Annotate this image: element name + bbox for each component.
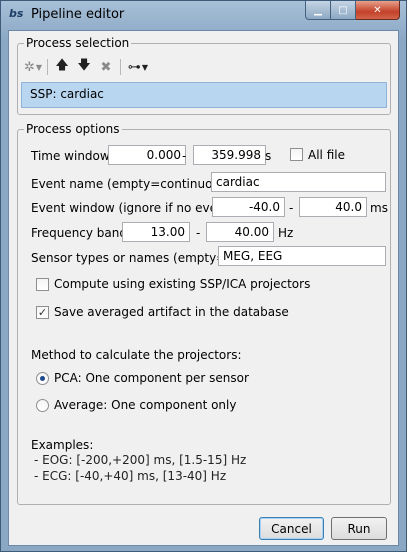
process-selection-panel: Process selection ✲ ▼ 🡅 🡇 ✖ ⊶ ▼ SSP: cardi… xyxy=(17,36,391,115)
examples-heading: Examples: xyxy=(31,438,94,452)
toolbar-separator xyxy=(47,59,48,75)
process-selection-label: Process selection xyxy=(24,36,132,50)
average-radio[interactable] xyxy=(36,399,49,412)
average-radio-label: Average: One component only xyxy=(54,398,237,412)
save-averaged-label: Save averaged artifact in the database xyxy=(54,305,289,319)
delete-process-button[interactable]: ✖ xyxy=(95,57,117,77)
minimize-button[interactable]: ▁ xyxy=(305,1,331,20)
pipeline-menu-button[interactable]: ⊶ ▼ xyxy=(124,57,152,77)
event-name-input[interactable] xyxy=(211,172,386,192)
run-process-menu-button[interactable]: ✲ ▼ xyxy=(22,57,44,77)
compute-existing-label: Compute using existing SSP/ICA projector… xyxy=(54,277,311,291)
frequency-band-label: Frequency band: xyxy=(31,226,132,240)
time-window-label: Time window: xyxy=(31,149,114,163)
window-controls: ▁ □ ✕ xyxy=(305,1,400,20)
toolbar-separator xyxy=(120,59,121,75)
example-ecg: - ECG: [-40,+40] ms, [13-40] Hz xyxy=(34,469,227,483)
close-button[interactable]: ✕ xyxy=(356,1,400,20)
run-button[interactable]: Run xyxy=(331,517,387,540)
time-window-start-input[interactable] xyxy=(108,145,186,165)
frequency-high-input[interactable] xyxy=(206,222,274,242)
event-window-unit: ms xyxy=(370,201,388,215)
process-list-item[interactable]: SSP: cardiac xyxy=(21,82,387,108)
cancel-button[interactable]: Cancel xyxy=(259,517,324,540)
pca-radio-label: PCA: One component per sensor xyxy=(54,371,249,385)
method-heading: Method to calculate the projectors: xyxy=(31,348,242,362)
compute-existing-checkbox[interactable] xyxy=(36,278,49,291)
time-window-dash: - xyxy=(182,149,187,163)
event-window-label: Event window (ignore if no event): xyxy=(31,201,239,215)
gear-icon: ✲ xyxy=(23,59,35,75)
frequency-unit: Hz xyxy=(278,226,294,240)
delete-icon: ✖ xyxy=(100,59,112,75)
process-item-label: SSP: cardiac xyxy=(30,87,104,101)
dialog-body: Process selection ✲ ▼ 🡅 🡇 ✖ ⊶ ▼ SSP: cardi… xyxy=(8,30,399,546)
chevron-down-icon: ▼ xyxy=(141,62,149,72)
event-window-start-input[interactable] xyxy=(212,197,285,217)
maximize-button[interactable]: □ xyxy=(331,1,356,20)
close-icon: ✕ xyxy=(373,4,382,16)
event-name-label: Event name (empty=continuous): xyxy=(31,177,235,191)
radio-selected-dot xyxy=(40,376,45,381)
chevron-down-icon: ▼ xyxy=(35,62,43,72)
arrow-down-icon: 🡇 xyxy=(77,58,91,73)
pca-radio[interactable] xyxy=(36,372,49,385)
maximize-icon: □ xyxy=(338,4,348,16)
example-eog: - EOG: [-200,+200] ms, [1.5-15] Hz xyxy=(34,453,247,467)
time-window-end-input[interactable] xyxy=(193,145,266,165)
title-bar[interactable]: bs Pipeline editor ▁ □ ✕ xyxy=(1,1,406,29)
time-window-unit: s xyxy=(265,149,272,163)
pipeline-tree-icon: ⊶ xyxy=(127,59,141,75)
brainstorm-app-icon: bs xyxy=(9,7,24,20)
process-toolbar: ✲ ▼ 🡅 🡇 ✖ ⊶ ▼ xyxy=(22,56,152,78)
process-options-label: Process options xyxy=(24,122,122,136)
pipeline-editor-window: bs Pipeline editor ▁ □ ✕ Process selecti… xyxy=(0,0,407,552)
event-window-dash: - xyxy=(289,201,294,215)
sensor-types-label: Sensor types or names (empty=all): xyxy=(31,251,249,265)
all-file-checkbox[interactable] xyxy=(290,148,303,161)
save-averaged-checkbox[interactable]: ✓ xyxy=(36,306,49,319)
checkmark-icon: ✓ xyxy=(37,306,48,319)
event-window-end-input[interactable] xyxy=(299,197,367,217)
arrow-up-icon: 🡅 xyxy=(55,58,69,73)
move-down-button[interactable]: 🡇 xyxy=(73,57,95,77)
sensor-types-input[interactable] xyxy=(218,246,386,266)
window-title: Pipeline editor xyxy=(31,7,125,22)
all-file-label: All file xyxy=(308,148,345,162)
minimize-icon: ▁ xyxy=(314,4,322,16)
frequency-dash: - xyxy=(196,226,201,240)
frequency-low-input[interactable] xyxy=(122,222,190,242)
move-up-button[interactable]: 🡅 xyxy=(51,57,73,77)
